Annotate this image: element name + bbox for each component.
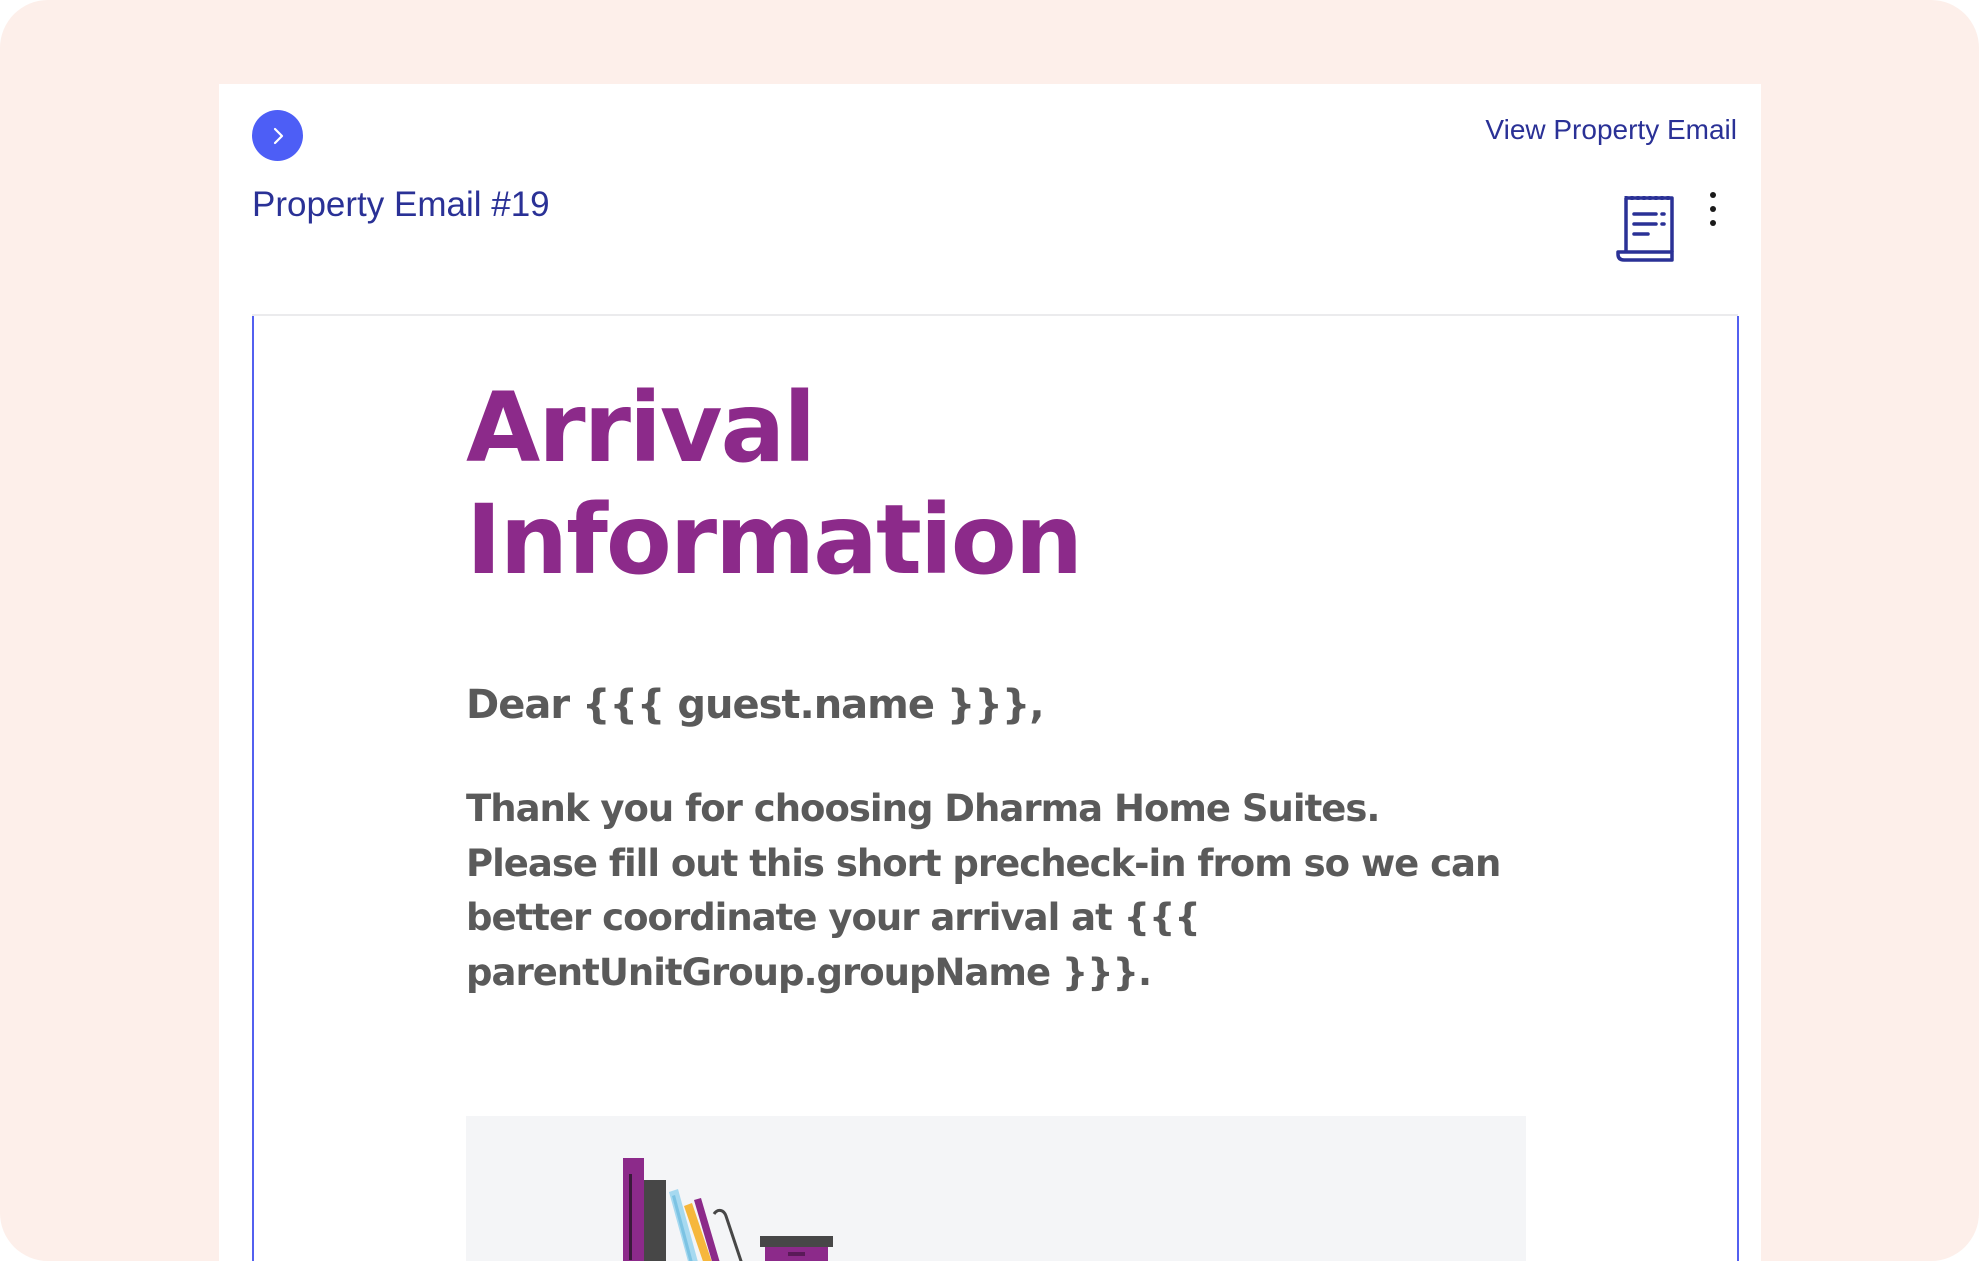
email-heading: Arrival Information [466, 372, 1466, 596]
email-heading-line1: Arrival [466, 372, 816, 484]
app-background: View Property Email Property Email #19 A… [0, 0, 1979, 1261]
more-options-button[interactable] [1705, 192, 1721, 226]
email-heading-line2: Information [466, 484, 1083, 596]
receipt-icon[interactable] [1614, 192, 1678, 264]
email-preview-frame[interactable]: Arrival Information Dear {{{ guest.name … [252, 316, 1739, 1261]
expand-button[interactable] [252, 110, 303, 161]
property-email-panel: View Property Email Property Email #19 A… [219, 84, 1761, 1261]
page-title: Property Email #19 [252, 185, 550, 224]
view-property-email-link[interactable]: View Property Email [1485, 114, 1737, 146]
bookshelf-illustration [466, 1116, 1526, 1261]
email-greeting: Dear {{{ guest.name }}}, [466, 682, 1045, 728]
chevron-right-icon [273, 127, 283, 144]
more-vertical-icon [1710, 192, 1716, 198]
email-body-text: Thank you for choosing Dharma Home Suite… [466, 787, 1501, 994]
